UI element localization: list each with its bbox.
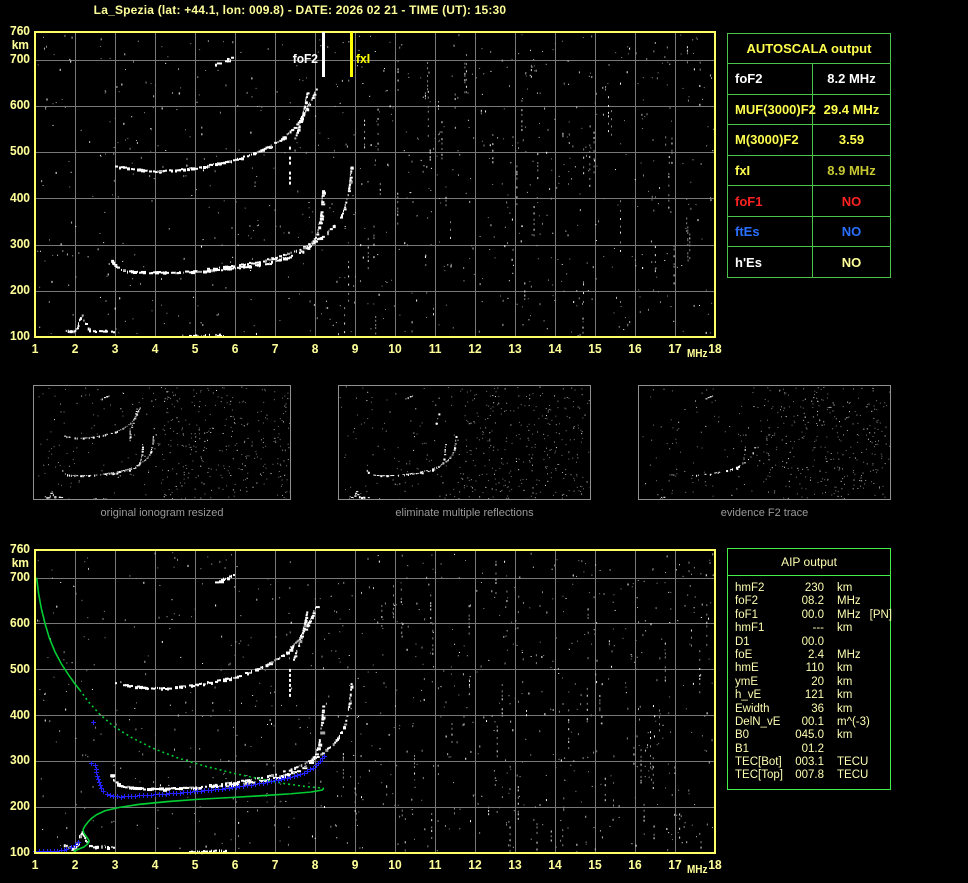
thumb-original-canvas — [34, 386, 290, 499]
row-value: 36 — [811, 702, 824, 715]
row-unit: m^(-3) — [837, 715, 870, 728]
row-value: 8.2 MHz — [827, 71, 876, 87]
row-value: --- — [812, 622, 825, 635]
row-value: NO — [841, 193, 862, 209]
row-value: 29.4 MHz — [823, 101, 880, 117]
row-value: 8.9 MHz — [827, 163, 876, 179]
table-row: h_vE 121 km — [735, 689, 890, 702]
row-unit: km — [837, 662, 853, 675]
row-unit: km — [837, 729, 853, 742]
row-label: Ewidth — [735, 702, 770, 715]
table-row: ftEs NO — [728, 216, 890, 248]
row-value: 045.0 — [795, 729, 824, 742]
table-row: D1 00.0 — [735, 636, 890, 649]
row-label: foF1 — [728, 186, 813, 216]
row-label: hmF2 — [735, 582, 765, 594]
table-row: foF2 8.2 MHz — [728, 64, 890, 95]
row-label: D1 — [735, 635, 750, 648]
row-value: 00.0 — [801, 608, 824, 621]
row-note: [PN] — [869, 608, 893, 621]
table-row: fxI 8.9 MHz — [728, 155, 890, 187]
autoscala-table-title: AUTOSCALA output — [728, 34, 890, 64]
table-row: hmF1 --- km — [735, 622, 890, 635]
autoscala-output-table: AUTOSCALA output foF2 8.2 MHz MUF(3000)F2 2… — [727, 33, 891, 278]
page-title: La_Spezia (lat: +44.1, lon: 009.8) - DAT… — [93, 3, 507, 17]
row-unit: TECU — [837, 769, 869, 782]
row-label: TEC[Top] — [735, 769, 783, 782]
row-label: h'Es — [728, 247, 813, 278]
row-label: foF2 — [728, 64, 813, 94]
row-unit: km — [837, 622, 853, 635]
row-value: 01.2 — [801, 742, 824, 755]
row-unit: km — [837, 675, 853, 688]
row-unit: MHz — [837, 595, 861, 608]
table-row: TEC[Top] 007.8 TECU — [735, 769, 890, 782]
row-label: hmE — [735, 662, 759, 675]
table-row: hmF2 230 km — [735, 582, 890, 595]
row-unit: MHz — [837, 648, 861, 661]
row-label: MUF(3000)F2 — [728, 94, 816, 125]
table-row: B0 045.0 km — [735, 729, 890, 742]
autoscala-table-body: foF2 8.2 MHz MUF(3000)F2 29.4 MHz M(3000)F2 3… — [728, 64, 890, 278]
row-unit: km — [837, 689, 853, 702]
row-value: NO — [841, 224, 862, 240]
table-row: foF1 NO — [728, 186, 890, 217]
table-row: foF2 08.2 MHz — [735, 595, 890, 608]
row-label: foF2 — [735, 595, 759, 608]
autoscala-ionogram-canvas — [0, 25, 730, 373]
row-label: B0 — [735, 729, 750, 742]
row-unit: km — [837, 582, 853, 594]
row-value: 20 — [811, 675, 824, 688]
row-label: DelN_vE — [735, 715, 781, 728]
thumb-evidence-canvas — [639, 386, 890, 499]
aip-ionogram-canvas — [0, 543, 730, 883]
ionogram-page: La_Spezia (lat: +44.1, lon: 009.8) - DAT… — [0, 0, 968, 883]
row-label: TEC[Bot] — [735, 756, 782, 769]
aip-output-table: AIP output hmF2 230 km foF2 08.2 MHz foF1 00.0 M… — [727, 548, 893, 790]
table-row: TEC[Bot] 003.1 TECU — [735, 756, 890, 769]
table-row: B1 01.2 — [735, 743, 890, 756]
row-value: 2.4 — [808, 648, 824, 661]
table-row: h'Es NO — [728, 247, 890, 278]
thumbnail-eliminate-reflections — [338, 385, 591, 500]
row-label: ymE — [735, 675, 758, 688]
row-label: B1 — [735, 742, 750, 755]
row-label: foE — [735, 648, 753, 661]
table-row: MUF(3000)F2 29.4 MHz — [728, 94, 890, 126]
row-value: 003.1 — [795, 756, 824, 769]
row-value: 230 — [804, 582, 824, 594]
thumbnail-evidence-f2 — [638, 385, 891, 500]
thumbnail-caption-original: original ionogram resized — [100, 507, 224, 519]
aip-table-title: AIP output — [728, 549, 890, 576]
row-label: foF1 — [735, 608, 759, 621]
table-row: M(3000)F2 3.59 — [728, 125, 890, 156]
table-row: DelN_vE 00.1 m^(-3) — [735, 716, 890, 729]
row-value: NO — [841, 254, 862, 270]
table-row: foE 2.4 MHz — [735, 649, 890, 662]
row-unit: km — [837, 702, 853, 715]
row-label: ftEs — [728, 216, 813, 247]
row-value: 00.1 — [801, 715, 824, 728]
row-unit: MHz — [837, 608, 861, 621]
thumbnail-caption-evidence: evidence F2 trace — [720, 507, 809, 519]
row-value: 00.0 — [801, 635, 824, 648]
table-row: hmE 110 km — [735, 662, 890, 675]
row-value: 3.59 — [838, 132, 865, 148]
aip-table-body: hmF2 230 km foF2 08.2 MHz foF1 00.0 MHz [PN] hmF1 -… — [728, 576, 893, 783]
thumbnail-original-ionogram — [33, 385, 291, 500]
table-row: foF1 00.0 MHz [PN] — [735, 608, 893, 622]
thumbnail-caption-eliminate: eliminate multiple reflections — [395, 507, 534, 519]
row-value: 08.2 — [801, 595, 824, 608]
table-row: Ewidth 36 km — [735, 703, 890, 716]
row-value: 110 — [805, 662, 824, 675]
row-value: 121 — [804, 689, 824, 702]
row-label: M(3000)F2 — [728, 125, 813, 155]
row-value: 007.8 — [795, 769, 824, 782]
row-label: fxI — [728, 155, 813, 186]
row-label: h_vE — [735, 689, 762, 702]
row-label: hmF1 — [735, 622, 765, 635]
table-row: ymE 20 km — [735, 676, 890, 689]
thumb-eliminate-canvas — [339, 386, 590, 499]
row-unit: TECU — [837, 756, 869, 769]
